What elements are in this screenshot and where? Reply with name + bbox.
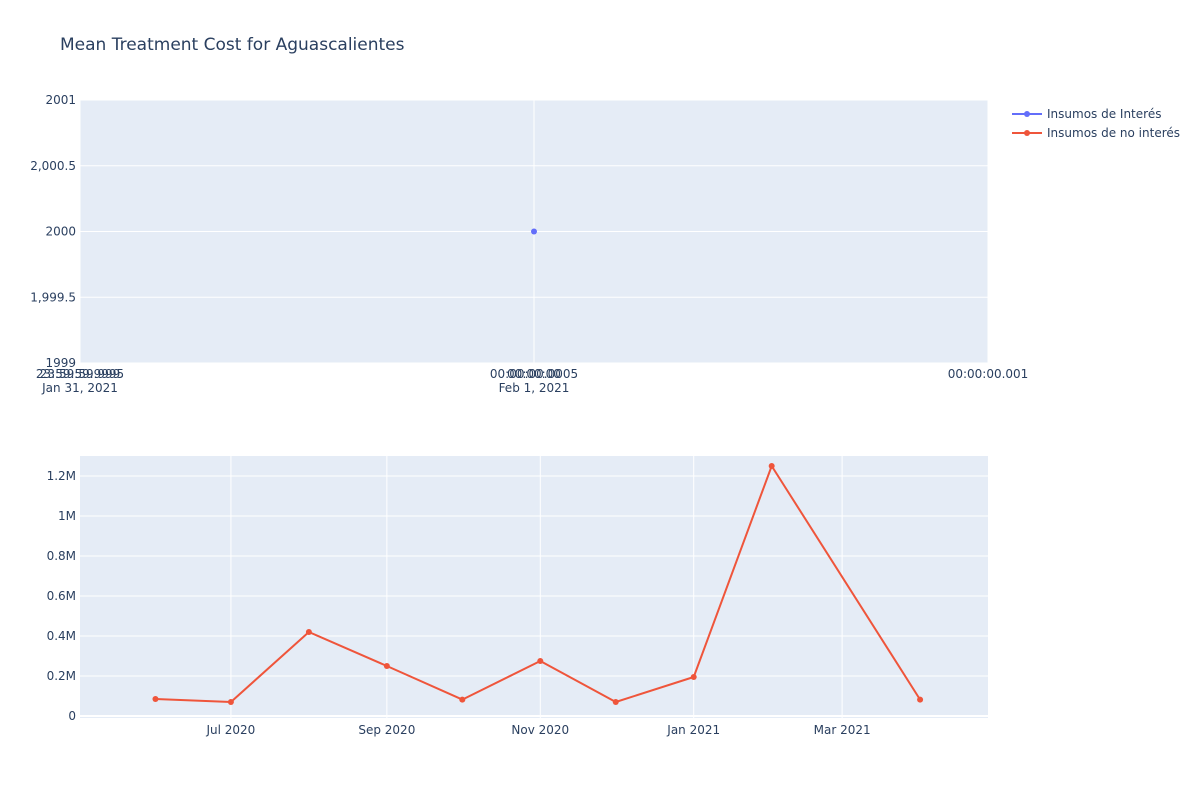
x-tick-label: Nov 2020 [511, 723, 569, 737]
y-tick-label: 0.8M [47, 549, 76, 563]
bottom-x-axis: Jul 2020 Sep 2020 Nov 2020 Jan 2021 Mar 2021 [205, 723, 870, 737]
data-point[interactable] [152, 696, 159, 702]
chart-title: Mean Treatment Cost for Aguascalientes [60, 35, 405, 55]
y-tick-label: 1,999.5 [30, 290, 76, 304]
y-tick-label: 0.6M [47, 589, 76, 603]
y-tick-label: 0.2M [47, 669, 76, 683]
x-tick-label: Sep 2020 [358, 723, 415, 737]
data-point[interactable] [383, 663, 390, 669]
legend-swatch-marker [1024, 111, 1030, 117]
y-tick-label: 2000 [45, 225, 76, 239]
data-point[interactable] [531, 228, 537, 235]
y-tick-label: 0.4M [47, 629, 76, 643]
x-tick-label: 00:00:00.001 [948, 367, 1029, 381]
legend-label: Insumos de no interés [1047, 126, 1180, 140]
x-tick-label: Jan 2021 [666, 723, 720, 737]
x-tick-label: Mar 2021 [814, 723, 871, 737]
legend-item-insumos-de-no-interes[interactable]: Insumos de no interés [1012, 126, 1180, 140]
y-tick-label: 2001 [45, 93, 76, 107]
bottom-y-axis: 0 0.2M 0.4M 0.6M 0.8M 1M 1.2M [47, 469, 76, 723]
chart-figure: Mean Treatment Cost for Aguascalientes 1… [30, 35, 1180, 737]
y-tick-label: 1.2M [47, 469, 76, 483]
data-point[interactable] [227, 699, 234, 705]
top-subplot: 19991,999.520002,000.52001 23:59:59.999J… [30, 93, 1028, 395]
bottom-subplot: 0 0.2M 0.4M 0.6M 0.8M 1M 1.2M Jul 2020 Sep 2020… [47, 456, 988, 737]
data-point[interactable] [768, 463, 775, 469]
legend-swatch-marker [1024, 130, 1030, 136]
legend-item-insumos-de-interes[interactable]: Insumos de Interés [1012, 107, 1161, 121]
data-point[interactable] [690, 674, 697, 680]
bottom-plot-area [80, 456, 988, 718]
data-point[interactable] [917, 696, 924, 703]
y-tick-label: 0 [68, 709, 76, 723]
x-tick-date-label: Jan 31, 2021 [41, 381, 118, 395]
top-x-axis: 23:59:59.999Jan 31, 202123:59:59.9995 00:… [36, 367, 1028, 395]
top-series-layer [531, 228, 537, 235]
x-tick-label: 23:59:59.9995 [36, 367, 124, 381]
top-y-axis: 19991,999.520002,000.52001 [30, 93, 76, 370]
x-tick-label: Jul 2020 [205, 723, 255, 737]
data-point[interactable] [612, 699, 619, 705]
data-point[interactable] [459, 696, 466, 703]
y-tick-label: 2,000.5 [30, 159, 76, 173]
data-point[interactable] [537, 658, 544, 664]
legend-label: Insumos de Interés [1047, 107, 1161, 121]
legend[interactable]: Insumos de Interés Insumos de no interés [1012, 107, 1180, 140]
data-point[interactable] [305, 629, 312, 635]
x-tick-date-label: Feb 1, 2021 [499, 381, 570, 395]
x-tick-label: 00:00:00.0005 [490, 367, 578, 381]
y-tick-label: 1M [58, 509, 76, 523]
